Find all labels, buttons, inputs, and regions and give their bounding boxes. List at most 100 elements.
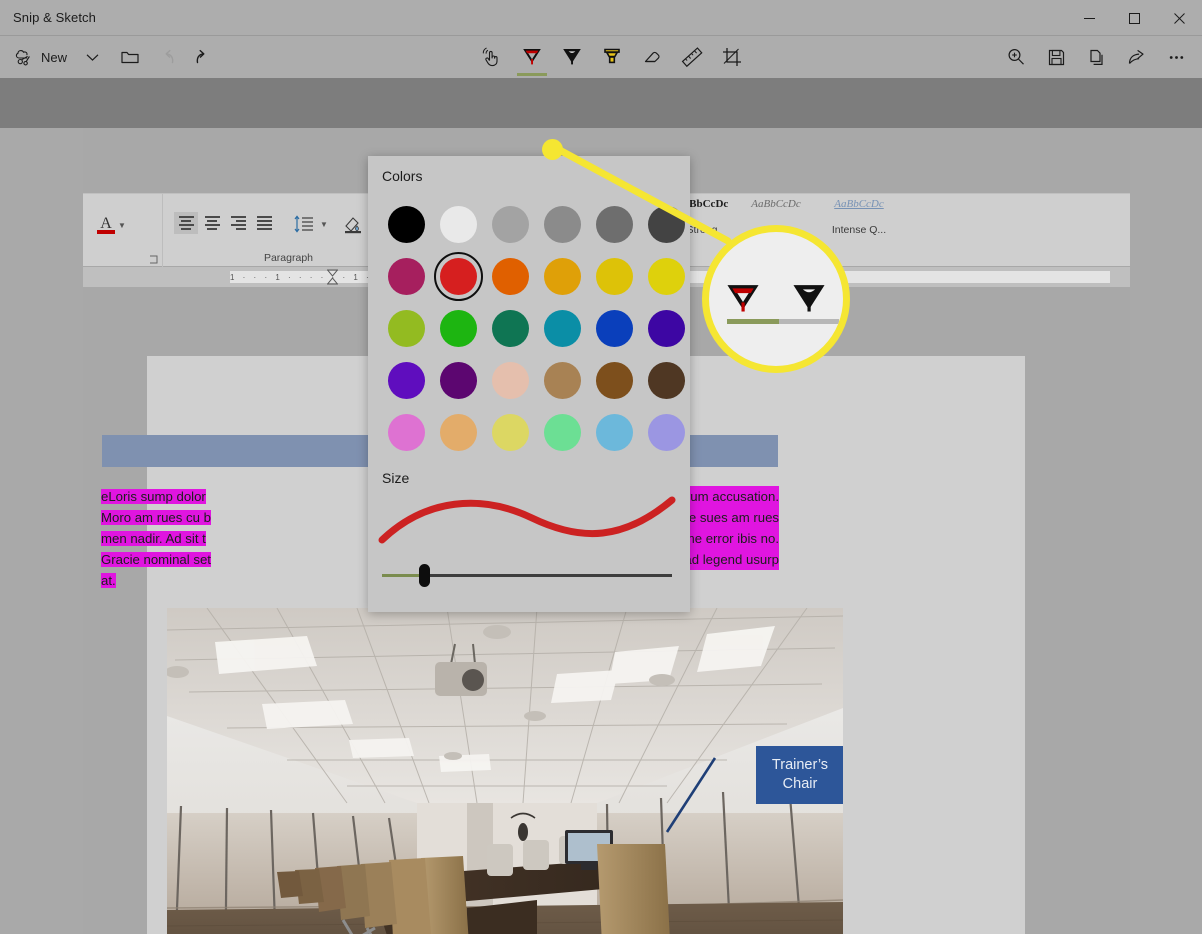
- swatch-dot: [595, 309, 633, 347]
- zoom-button[interactable]: [996, 39, 1036, 75]
- align-center-button[interactable]: [200, 212, 224, 234]
- style-label: Intense Q...: [831, 224, 887, 236]
- save-button[interactable]: [1036, 39, 1076, 75]
- color-swatch-dark-amber[interactable]: [536, 250, 588, 302]
- shading-icon[interactable]: [342, 214, 364, 234]
- chevron-down-icon[interactable]: ▼: [118, 221, 126, 230]
- color-swatch-brown[interactable]: [588, 354, 640, 406]
- color-swatch-violet[interactable]: [380, 354, 432, 406]
- color-swatch-dark-teal[interactable]: [484, 302, 536, 354]
- color-swatch-white[interactable]: [432, 198, 484, 250]
- ruler-tool[interactable]: [672, 37, 712, 77]
- pencil-icon: [563, 49, 581, 65]
- crop-tool[interactable]: [712, 37, 752, 77]
- callout-line-2: Chair: [782, 776, 818, 792]
- line-spacing-icon[interactable]: [294, 214, 316, 234]
- close-button[interactable]: [1157, 0, 1202, 36]
- magnifier-plus-icon: [1008, 48, 1024, 65]
- undo-button[interactable]: [151, 41, 185, 73]
- color-swatch-red[interactable]: [432, 250, 484, 302]
- touch-writing-tool[interactable]: [472, 37, 512, 77]
- color-swatch-teal[interactable]: [536, 302, 588, 354]
- color-swatch-blue[interactable]: [588, 302, 640, 354]
- color-swatch-green[interactable]: [432, 302, 484, 354]
- swatch-dot: [595, 361, 633, 399]
- color-swatch-light-gray[interactable]: [484, 198, 536, 250]
- swatch-dot: [387, 361, 425, 399]
- swatch-dot: [387, 205, 425, 243]
- color-swatch-dark-brown[interactable]: [640, 354, 692, 406]
- swatch-dot: [543, 361, 581, 399]
- minimize-icon: [1084, 17, 1095, 19]
- colors-heading: Colors: [382, 168, 423, 184]
- redo-button[interactable]: [185, 41, 219, 73]
- title-bar: Snip & Sketch: [0, 0, 1202, 36]
- copy-button[interactable]: [1076, 39, 1116, 75]
- indent-marker-icon[interactable]: [327, 269, 338, 285]
- swatch-dot: [647, 413, 685, 451]
- body-line-5-left: at.: [101, 573, 116, 588]
- color-swatch-light-yellow[interactable]: [484, 406, 536, 458]
- color-swatch-black[interactable]: [380, 198, 432, 250]
- maximize-button[interactable]: [1112, 0, 1157, 36]
- color-swatch-purple[interactable]: [432, 354, 484, 406]
- alignment-buttons: [174, 212, 276, 234]
- size-slider[interactable]: [382, 564, 672, 587]
- pencil-icon: [793, 285, 825, 312]
- color-swatch-light-blue[interactable]: [588, 406, 640, 458]
- minimize-button[interactable]: [1067, 0, 1112, 36]
- eraser-tool[interactable]: [632, 37, 672, 77]
- toolbar-right-group: [996, 39, 1196, 75]
- color-swatch-indigo[interactable]: [640, 302, 692, 354]
- share-button[interactable]: [1116, 39, 1156, 75]
- swatch-dot: [491, 205, 529, 243]
- color-swatch-magenta[interactable]: [380, 250, 432, 302]
- align-left-button[interactable]: [174, 212, 198, 234]
- justify-button[interactable]: [252, 212, 276, 234]
- magnifier-active-underline: [727, 319, 779, 324]
- chevron-down-icon[interactable]: ▼: [320, 220, 328, 229]
- new-snip-dropdown-button[interactable]: [75, 41, 109, 73]
- font-color-control[interactable]: A ▼: [97, 216, 126, 234]
- swatch-dot: [491, 257, 529, 295]
- color-swatch-lavender[interactable]: [640, 406, 692, 458]
- swatch-dot: [647, 205, 685, 243]
- ribbon-group-font: A ▼: [83, 194, 163, 267]
- dialog-launcher-icon[interactable]: [149, 255, 158, 264]
- color-swatch-medium-gray[interactable]: [536, 198, 588, 250]
- color-swatch-yellow-green[interactable]: [380, 302, 432, 354]
- crop-icon: [723, 48, 741, 66]
- color-swatch-gold[interactable]: [588, 250, 640, 302]
- slider-thumb[interactable]: [419, 564, 430, 587]
- style-item[interactable]: AaBbCcDc Intense Q...: [815, 198, 903, 236]
- highlighter-tool[interactable]: [592, 37, 632, 77]
- color-swatch-darker-gray[interactable]: [640, 198, 692, 250]
- color-swatch-pink[interactable]: [380, 406, 432, 458]
- color-swatch-orange[interactable]: [484, 250, 536, 302]
- ellipsis-icon: [1169, 55, 1183, 59]
- touch-writing-icon: [482, 47, 498, 67]
- color-swatch-light-green[interactable]: [536, 406, 588, 458]
- swatch-dot: [543, 413, 581, 451]
- highlighter-icon: [604, 48, 620, 64]
- ballpoint-pen-tool[interactable]: [512, 37, 552, 77]
- stroke-preview-curve: [378, 496, 676, 544]
- style-preview: AaBbCcDc: [834, 198, 884, 210]
- color-swatch-grid: [380, 198, 692, 458]
- new-snip-label: New: [41, 49, 68, 65]
- open-file-button[interactable]: [113, 41, 147, 73]
- snip-canvas[interactable]: A ▼ ▼ Paragraph AaBbCcDc Strong AaBbCcDc…: [0, 78, 1202, 934]
- new-snip-button[interactable]: New: [8, 41, 75, 73]
- align-right-button[interactable]: [226, 212, 250, 234]
- swatch-dot: [439, 361, 477, 399]
- color-swatch-light-peach[interactable]: [484, 354, 536, 406]
- swatch-dot: [491, 413, 529, 451]
- color-swatch-tan[interactable]: [536, 354, 588, 406]
- swatch-dot: [543, 309, 581, 347]
- color-swatch-yellow[interactable]: [640, 250, 692, 302]
- pencil-tool[interactable]: [552, 37, 592, 77]
- window-controls: [1067, 0, 1202, 36]
- color-swatch-dark-gray[interactable]: [588, 198, 640, 250]
- color-swatch-light-orange[interactable]: [432, 406, 484, 458]
- more-options-button[interactable]: [1156, 39, 1196, 75]
